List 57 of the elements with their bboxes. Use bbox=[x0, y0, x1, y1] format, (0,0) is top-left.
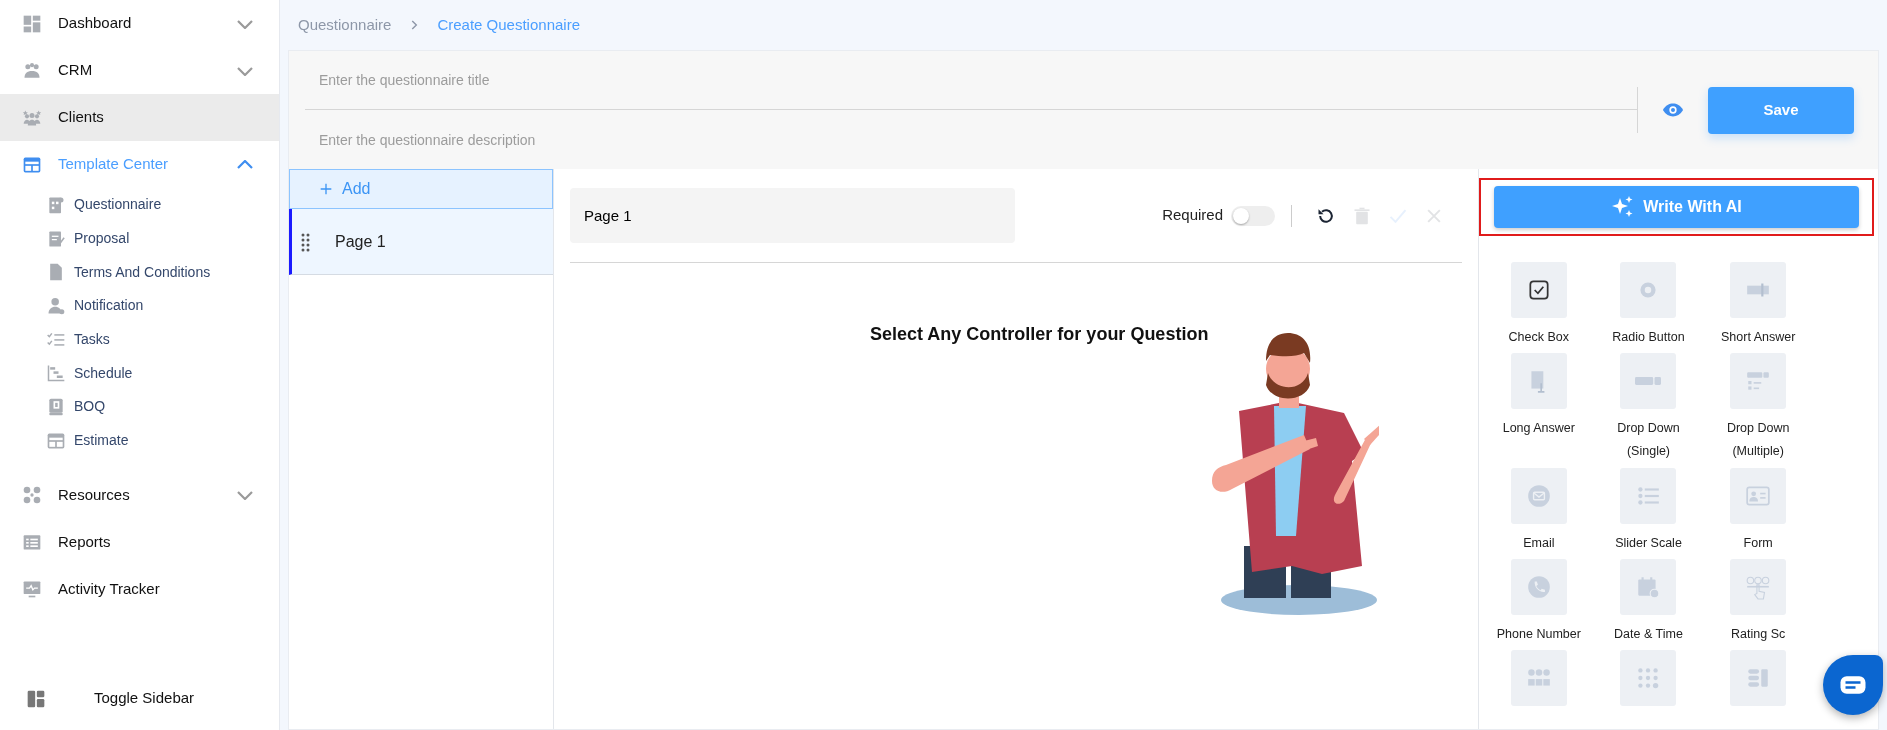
mail-icon bbox=[1525, 483, 1552, 509]
dropdown-icon bbox=[1635, 377, 1662, 385]
controller-option[interactable]: Drop Down (Single) bbox=[1598, 353, 1699, 468]
chevron-up-icon bbox=[237, 159, 253, 170]
controller-option[interactable]: Email bbox=[1489, 468, 1589, 559]
controller-option[interactable]: Drop Down (Multiple) bbox=[1708, 353, 1808, 468]
monitor-icon bbox=[22, 579, 42, 599]
chevron-down-icon bbox=[237, 490, 253, 500]
plus-icon bbox=[318, 181, 334, 197]
controller-option[interactable]: Check Box bbox=[1489, 262, 1589, 353]
chevron-down-icon bbox=[237, 65, 253, 76]
chart-icon bbox=[46, 363, 66, 384]
person-icon bbox=[46, 295, 66, 316]
sidebar-subitem[interactable]: Schedule bbox=[0, 356, 279, 391]
required-label: Required bbox=[1162, 205, 1223, 226]
sidebar-subitem[interactable]: Terms And Conditions bbox=[0, 255, 279, 290]
description-field[interactable]: Enter the questionnaire description bbox=[289, 110, 1637, 169]
sparkles-icon bbox=[1611, 195, 1636, 219]
sidebar-item[interactable]: Dashboard bbox=[0, 0, 279, 47]
sidebar-item[interactable]: Reports bbox=[0, 518, 279, 566]
title-field[interactable]: Enter the questionnaire title bbox=[289, 51, 1637, 109]
rating-icon bbox=[1745, 574, 1772, 600]
controller-option[interactable]: Rating Sc bbox=[1708, 559, 1808, 650]
people-icon bbox=[22, 60, 42, 81]
list-icon bbox=[22, 532, 42, 552]
sidebar-subitem[interactable]: Tasks bbox=[0, 322, 279, 357]
calendar-icon bbox=[1635, 574, 1662, 600]
sidebar-subitem[interactable]: Notification bbox=[0, 289, 279, 323]
controller-option[interactable]: Phone Number bbox=[1489, 559, 1589, 650]
chevron-down-icon bbox=[237, 18, 253, 29]
book-icon bbox=[46, 396, 66, 417]
controller-option[interactable]: Long Answer bbox=[1489, 353, 1589, 468]
controller-option[interactable]: Radio Button bbox=[1598, 262, 1699, 353]
sidebar-subitem[interactable]: Estimate bbox=[0, 423, 279, 458]
required-switch[interactable] bbox=[1231, 205, 1275, 226]
controller-option[interactable]: Form bbox=[1708, 468, 1808, 559]
sidebar-item[interactable]: Activity Tracker bbox=[0, 565, 279, 613]
id-card-icon bbox=[1745, 483, 1772, 509]
phone-icon bbox=[1525, 574, 1552, 600]
drag-handle-icon bbox=[300, 232, 311, 253]
page-name-field[interactable]: Page 1 bbox=[570, 188, 1015, 243]
page-item[interactable]: Page 1 bbox=[289, 209, 553, 275]
layout-icon bbox=[26, 688, 46, 709]
controller-option[interactable]: Slider Scale bbox=[1598, 468, 1699, 559]
grid-icon bbox=[22, 13, 42, 34]
sidebar-item[interactable]: CRM bbox=[0, 47, 279, 94]
sidebar-item[interactable]: Resources bbox=[0, 471, 279, 519]
sidebar-item[interactable]: Clients bbox=[0, 94, 279, 141]
controller-option[interactable]: Short Answer bbox=[1708, 262, 1808, 353]
sidebar-subitem[interactable]: Questionnaire bbox=[0, 188, 279, 222]
trash-icon bbox=[1352, 205, 1372, 226]
controller-option[interactable]: Date & Time bbox=[1598, 559, 1699, 650]
sidebar-subitem[interactable]: Proposal bbox=[0, 221, 279, 256]
nodes-icon bbox=[22, 485, 42, 505]
prompt-text: Select Any Controller for your Question bbox=[870, 323, 1209, 346]
toggle-sidebar-button[interactable]: Toggle Sidebar bbox=[0, 675, 279, 722]
sidebar-subitem[interactable]: BOQ bbox=[0, 390, 279, 424]
